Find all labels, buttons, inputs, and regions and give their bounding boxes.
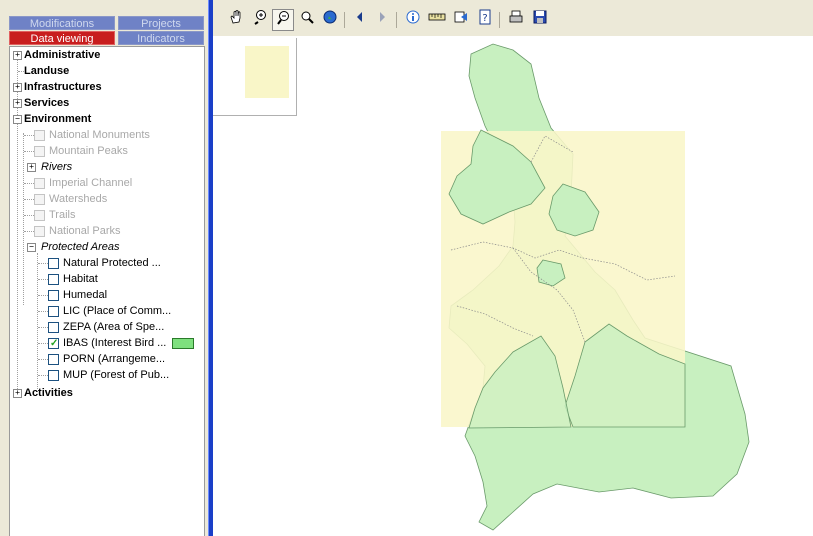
hand-pan-icon[interactable] <box>225 9 247 31</box>
check-icon: ✓ <box>50 338 59 349</box>
legend-swatch <box>172 338 194 349</box>
map-toolbar: ? <box>213 6 813 34</box>
layer-checkbox[interactable] <box>34 130 45 141</box>
layer-checkbox[interactable] <box>34 178 45 189</box>
layer-checkbox[interactable] <box>34 146 45 157</box>
layer-checkbox[interactable] <box>34 210 45 221</box>
globe-icon[interactable] <box>319 9 341 31</box>
zoom-extent-icon[interactable] <box>296 9 318 31</box>
print-layout-icon[interactable] <box>450 9 472 31</box>
measure-icon[interactable] <box>426 9 448 31</box>
expand-icon[interactable]: + <box>13 83 22 92</box>
print-icon[interactable] <box>505 9 527 31</box>
expand-icon[interactable]: + <box>13 389 22 398</box>
collapse-icon[interactable]: − <box>27 243 36 252</box>
tab-indicators[interactable]: Indicators <box>118 31 204 45</box>
layer-checkbox[interactable] <box>48 322 59 333</box>
tab-projects[interactable]: Projects <box>118 16 204 30</box>
info-icon[interactable] <box>402 9 424 31</box>
layer-panel: Modifications Projects Data viewing Indi… <box>0 0 208 536</box>
layer-checkbox[interactable] <box>48 290 59 301</box>
layer-checkbox[interactable] <box>48 274 59 285</box>
map-canvas[interactable] <box>213 36 813 536</box>
zoom-out-icon[interactable] <box>272 9 294 31</box>
help-icon[interactable]: ? <box>474 9 496 31</box>
layer-checkbox[interactable] <box>48 370 59 381</box>
save-icon[interactable] <box>529 9 551 31</box>
collapse-icon[interactable]: − <box>13 115 22 124</box>
layer-checkbox[interactable] <box>48 306 59 317</box>
map-layers <box>441 43 750 531</box>
layer-checkbox-checked[interactable]: ✓ <box>48 338 59 349</box>
tab-modifications[interactable]: Modifications <box>9 16 115 30</box>
forward-arrow-icon[interactable] <box>371 9 393 31</box>
zoom-in-icon[interactable] <box>249 9 271 31</box>
expand-icon[interactable]: + <box>13 51 22 60</box>
back-arrow-icon[interactable] <box>349 9 371 31</box>
layer-tree: + Administrative Landuse + Infrastructur… <box>9 46 205 536</box>
layer-checkbox[interactable] <box>48 258 59 269</box>
expand-icon[interactable]: + <box>27 163 36 172</box>
tab-data-viewing[interactable]: Data viewing <box>9 31 115 45</box>
svg-text:?: ? <box>482 13 487 24</box>
expand-icon[interactable]: + <box>13 99 22 108</box>
layer-checkbox[interactable] <box>34 226 45 237</box>
layer-checkbox[interactable] <box>34 194 45 205</box>
layer-checkbox[interactable] <box>48 354 59 365</box>
